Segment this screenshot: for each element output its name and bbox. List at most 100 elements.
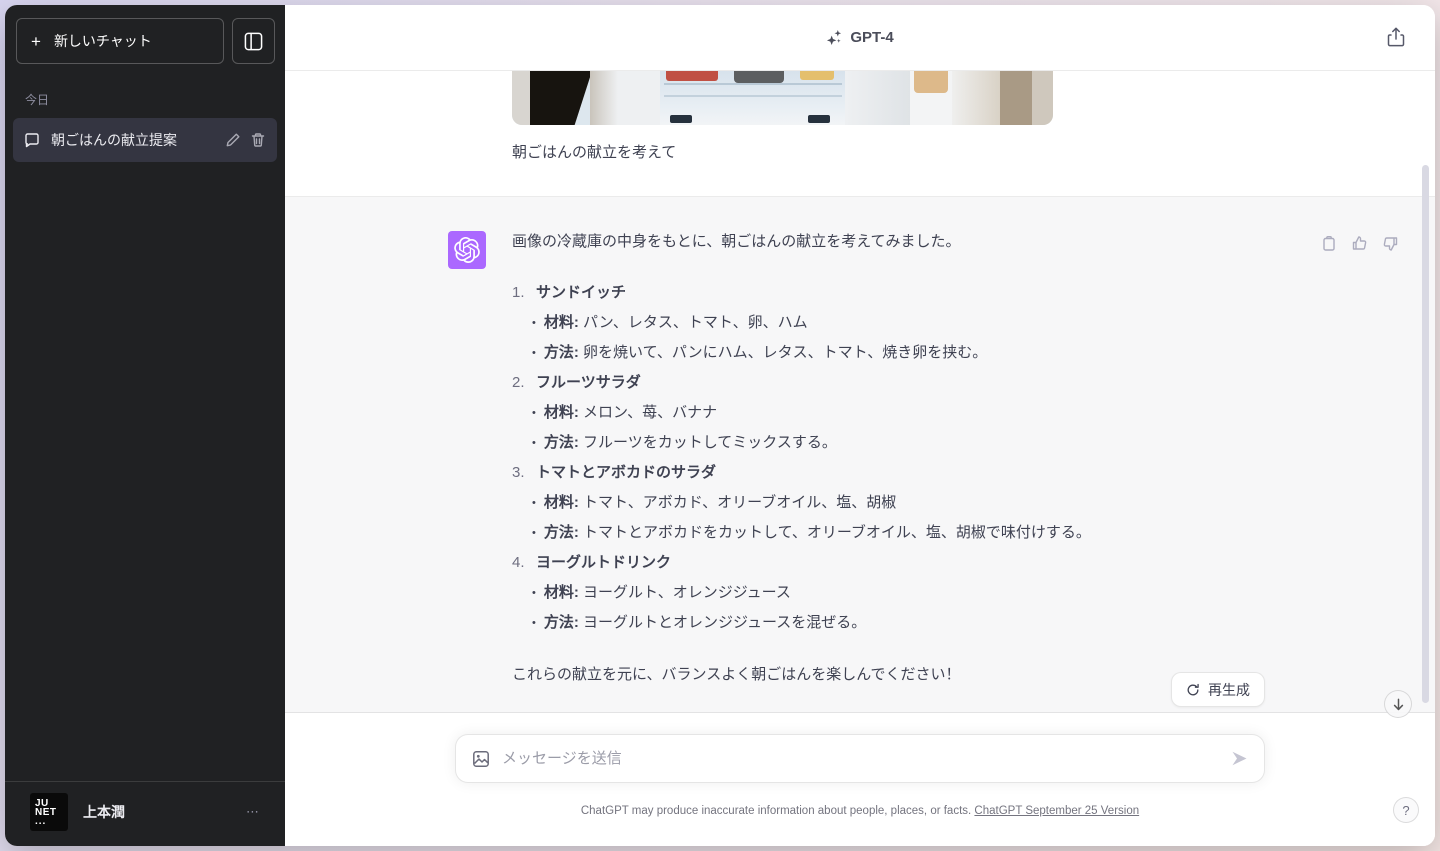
photo-fragment (590, 71, 660, 125)
thumbs-down-icon[interactable] (1382, 235, 1399, 252)
bullet-text: 卵を焼いて、パンにハム、レタス、トマト、焼き卵を挟む。 (583, 344, 988, 361)
photo-fragment (512, 71, 532, 125)
bullet-text: ヨーグルト、オレンジジュース (583, 584, 791, 601)
menu-item-number: 1. (512, 284, 525, 301)
bullet-row: • 方法: トマトとアボカドをカットして、オリーブオイル、塩、胡椒で味付けする。 (512, 518, 1295, 548)
menu-item-bullets: • 材料: メロン、苺、バナナ • 方法: フルーツをカットしてミックスする。 (512, 398, 1295, 458)
bullet-text-wrap: 方法: フルーツをカットしてミックスする。 (544, 428, 837, 458)
photo-fragment (845, 71, 910, 125)
model-label: GPT-4 (850, 29, 894, 46)
photo-fragment (530, 71, 592, 125)
photo-fragment (808, 115, 830, 123)
bullet-dot-icon: • (532, 317, 536, 329)
version-link[interactable]: ChatGPT September 25 Version (974, 805, 1139, 817)
attached-fridge-photo[interactable] (512, 71, 1053, 125)
bullet-row: • 材料: メロン、苺、バナナ (512, 398, 1295, 428)
bullet-dot-icon: • (532, 437, 536, 449)
regenerate-button[interactable]: 再生成 (1171, 672, 1265, 707)
menu-item-number: 4. (512, 554, 525, 571)
sidebar-item-chat[interactable]: 朝ごはんの献立提案 (13, 118, 277, 162)
openai-logo-icon (454, 237, 480, 263)
bullet-dot-icon: • (532, 587, 536, 599)
regenerate-label: 再生成 (1208, 681, 1250, 698)
menu-item-number: 3. (512, 464, 525, 481)
arrow-down-icon (1392, 698, 1405, 711)
new-chat-button[interactable]: + 新しいチャット (16, 18, 224, 64)
sidebar-top: + 新しいチャット (5, 5, 285, 64)
composer-area: ChatGPT may produce inaccurate informati… (285, 713, 1435, 846)
bullet-row: • 材料: トマト、アボカド、オリーブオイル、塩、胡椒 (512, 488, 1295, 518)
sparkles-icon (826, 29, 843, 46)
menu-list: 1. サンドイッチ • 材料: パン、レタス、トマト、卵、ハム • 方法: 卵を… (512, 278, 1295, 638)
message-actions (1321, 235, 1399, 252)
bullet-text: トマト、アボカド、オリーブオイル、塩、胡椒 (583, 494, 897, 511)
assistant-content: 画像の冷蔵庫の中身をもとに、朝ごはんの献立を考えてみました。 1. サンドイッチ… (512, 227, 1295, 690)
bullet-row: • 方法: フルーツをカットしてミックスする。 (512, 428, 1295, 458)
bullet-row: • 材料: パン、レタス、トマト、卵、ハム (512, 308, 1295, 338)
menu-item: 2. フルーツサラダ • 材料: メロン、苺、バナナ • 方法: フルーツをカッ… (512, 368, 1295, 458)
edit-chat-icon[interactable] (225, 132, 241, 148)
send-icon[interactable] (1231, 750, 1248, 767)
avatar-line: ... (35, 815, 47, 827)
chat-bubble-icon (24, 132, 40, 148)
sidebar-user-row[interactable]: JU NET ... 上本潤 ⋯ (5, 781, 285, 846)
chatgpt-window: + 新しいチャット 今日 朝ごはんの献立提案 JU NET ... 上本潤 ⋯ … (5, 5, 1435, 846)
assistant-message: 画像の冷蔵庫の中身をもとに、朝ごはんの献立を考えてみました。 1. サンドイッチ… (285, 197, 1435, 713)
bullet-label: 材料: (543, 404, 584, 421)
user-message: 朝ごはんの献立を考えて (285, 71, 1435, 197)
user-message-text: 朝ごはんの献立を考えて (512, 144, 677, 161)
bullet-label: 方法: (543, 434, 584, 451)
bullet-text-wrap: 方法: トマトとアボカドをカットして、オリーブオイル、塩、胡椒で味付けする。 (544, 518, 1091, 548)
vertical-scrollbar[interactable] (1422, 165, 1429, 703)
menu-item: 4. ヨーグルトドリンク • 材料: ヨーグルト、オレンジジュース • 方法: … (512, 548, 1295, 638)
message-input[interactable] (502, 750, 1219, 767)
menu-item-number: 2. (512, 374, 525, 391)
menu-item: 1. サンドイッチ • 材料: パン、レタス、トマト、卵、ハム • 方法: 卵を… (512, 278, 1295, 368)
assistant-intro: 画像の冷蔵庫の中身をもとに、朝ごはんの献立を考えてみました。 (512, 233, 961, 250)
collapse-sidebar-button[interactable] (232, 18, 275, 64)
attach-image-icon[interactable] (472, 750, 490, 768)
bullet-dot-icon: • (532, 617, 536, 629)
user-menu-icon[interactable]: ⋯ (246, 804, 271, 820)
menu-item-bullets: • 材料: トマト、アボカド、オリーブオイル、塩、胡椒 • 方法: トマトとアボ… (512, 488, 1295, 548)
chatgpt-avatar (448, 231, 486, 269)
disclaimer-label: ChatGPT may produce inaccurate informati… (580, 805, 975, 817)
scroll-to-bottom-button[interactable] (1384, 690, 1412, 718)
bullet-row: • 方法: ヨーグルトとオレンジジュースを混ぜる。 (512, 608, 1295, 638)
bullet-dot-icon: • (532, 407, 536, 419)
bullet-label: 方法: (543, 524, 584, 541)
menu-item-title: トマトとアボカドのサラダ (536, 464, 717, 481)
user-avatar: JU NET ... (30, 793, 68, 831)
bullet-text-wrap: 材料: メロン、苺、バナナ (544, 398, 717, 428)
share-icon[interactable] (1387, 27, 1405, 47)
photo-fragment (914, 71, 948, 93)
bullet-text: トマトとアボカドをカットして、オリーブオイル、塩、胡椒で味付けする。 (583, 524, 1091, 541)
menu-item-title: サンドイッチ (536, 284, 627, 301)
bullet-text: メロン、苺、バナナ (583, 404, 718, 421)
bullet-label: 材料: (543, 494, 584, 511)
menu-item-bullets: • 材料: ヨーグルト、オレンジジュース • 方法: ヨーグルトとオレンジジュー… (512, 578, 1295, 638)
thumbs-up-icon[interactable] (1351, 235, 1368, 252)
bullet-dot-icon: • (532, 347, 536, 359)
model-selector[interactable]: GPT-4 (826, 29, 894, 46)
photo-fragment (1032, 71, 1053, 125)
help-button[interactable]: ? (1393, 797, 1419, 823)
menu-item-title: ヨーグルトドリンク (536, 554, 672, 571)
chat-item-title: 朝ごはんの献立提案 (51, 132, 177, 148)
bullet-label: 方法: (543, 344, 584, 361)
bullet-row: • 方法: 卵を焼いて、パンにハム、レタス、トマト、焼き卵を挟む。 (512, 338, 1295, 368)
new-chat-label: 新しいチャット (53, 33, 152, 49)
delete-chat-icon[interactable] (250, 132, 266, 148)
photo-fragment (800, 71, 834, 80)
sidebar-panel-icon (244, 32, 263, 51)
question-icon: ? (1402, 802, 1410, 818)
copy-icon[interactable] (1321, 235, 1337, 252)
today-section-label: 今日 (25, 93, 50, 107)
main-header: GPT-4 (285, 5, 1435, 71)
photo-fragment (1000, 71, 1032, 125)
sidebar: + 新しいチャット 今日 朝ごはんの献立提案 JU NET ... 上本潤 ⋯ (5, 5, 285, 846)
bullet-text-wrap: 方法: 卵を焼いて、パンにハム、レタス、トマト、焼き卵を挟む。 (544, 338, 987, 368)
message-composer (455, 734, 1265, 783)
user-name: 上本潤 (83, 804, 125, 820)
